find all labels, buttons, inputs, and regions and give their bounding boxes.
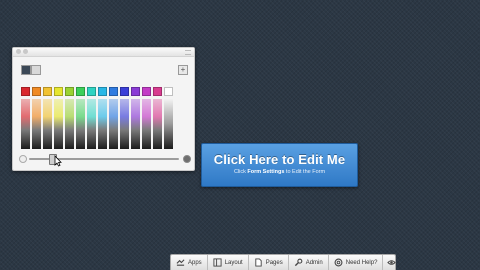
hue-swatch[interactable] [32, 87, 41, 96]
toolbar-admin-button[interactable]: Admin [289, 255, 329, 270]
eye-icon [387, 260, 397, 265]
toolbar-preview-button[interactable] [383, 255, 400, 270]
color-column [76, 87, 85, 149]
hue-swatch[interactable] [142, 87, 151, 96]
hue-swatch[interactable] [131, 87, 140, 96]
color-column [43, 87, 52, 149]
toolbar-layout-label: Layout [224, 259, 243, 266]
help-icon [334, 258, 343, 267]
color-column [54, 87, 63, 149]
shade-gradient-swatch[interactable] [87, 99, 96, 149]
color-column [109, 87, 118, 149]
hue-swatch[interactable] [87, 87, 96, 96]
shade-gradient-swatch[interactable] [76, 99, 85, 149]
apps-icon [176, 259, 185, 266]
toolbar-apps-label: Apps [188, 259, 202, 266]
shade-gradient-swatch[interactable] [65, 99, 74, 149]
hue-swatch[interactable] [98, 87, 107, 96]
color-column [142, 87, 151, 149]
color-column [32, 87, 41, 149]
hue-swatch[interactable] [153, 87, 162, 96]
shade-gradient-swatch[interactable] [131, 99, 140, 149]
shade-gradient-swatch[interactable] [120, 99, 129, 149]
toolbar-apps-button[interactable]: Apps [171, 255, 208, 270]
hue-swatch[interactable] [120, 87, 129, 96]
bottom-toolbar: Apps Layout Pages Admin Need Help? [170, 254, 397, 270]
shade-gradient-swatch[interactable] [153, 99, 162, 149]
hue-swatch[interactable] [164, 87, 173, 96]
opacity-min-icon [19, 155, 27, 163]
subtitle-suffix: to Edit the Form [284, 169, 326, 175]
shade-gradient-swatch[interactable] [21, 99, 30, 149]
shade-gradient-swatch[interactable] [54, 99, 63, 149]
color-column [21, 87, 30, 149]
mouse-cursor-icon [54, 155, 62, 167]
toolbar-admin-label: Admin [305, 259, 323, 266]
hue-swatch[interactable] [109, 87, 118, 96]
window-titlebar[interactable] [13, 48, 194, 57]
hue-swatch[interactable] [65, 87, 74, 96]
shade-gradient-swatch[interactable] [43, 99, 52, 149]
hue-swatch[interactable] [21, 87, 30, 96]
shade-gradient-swatch[interactable] [142, 99, 151, 149]
edit-banner-subtitle: Click Form Settings to Edit the Form [202, 169, 357, 175]
toolbar-pages-button[interactable]: Pages [249, 255, 289, 270]
shade-gradient-swatch[interactable] [109, 99, 118, 149]
toolbar-help-button[interactable]: Need Help? [329, 255, 384, 270]
shade-gradient-swatch[interactable] [98, 99, 107, 149]
admin-icon [294, 258, 303, 267]
edit-form-banner[interactable]: Click Here to Edit Me Click Form Setting… [201, 143, 358, 187]
opacity-max-icon [183, 155, 191, 163]
hue-swatch[interactable] [54, 87, 63, 96]
color-column [120, 87, 129, 149]
hue-swatch[interactable] [76, 87, 85, 96]
edit-banner-title: Click Here to Edit Me [213, 152, 346, 167]
toolbar-pages-label: Pages [265, 259, 283, 266]
layout-icon [213, 258, 222, 267]
shade-gradient-swatch[interactable] [164, 99, 173, 149]
toolbar-help-label: Need Help? [345, 259, 378, 266]
color-column [98, 87, 107, 149]
pages-icon [255, 258, 262, 267]
window-grip-icon [185, 50, 191, 55]
current-color-swatch[interactable] [21, 65, 31, 75]
color-column [87, 87, 96, 149]
previous-color-swatch[interactable] [31, 65, 41, 75]
window-minimize-icon[interactable] [23, 49, 28, 54]
toolbar-layout-button[interactable]: Layout [208, 255, 249, 270]
color-picker-window: + [12, 47, 195, 171]
color-column [131, 87, 140, 149]
hue-swatch[interactable] [43, 87, 52, 96]
color-column [65, 87, 74, 149]
add-swatch-button[interactable]: + [178, 65, 188, 75]
color-column [164, 87, 173, 149]
subtitle-prefix: Click [233, 169, 248, 175]
color-grid [21, 87, 173, 149]
window-close-icon[interactable] [16, 49, 21, 54]
color-column [153, 87, 162, 149]
form-settings-link[interactable]: Form Settings [247, 169, 284, 175]
shade-gradient-swatch[interactable] [32, 99, 41, 149]
